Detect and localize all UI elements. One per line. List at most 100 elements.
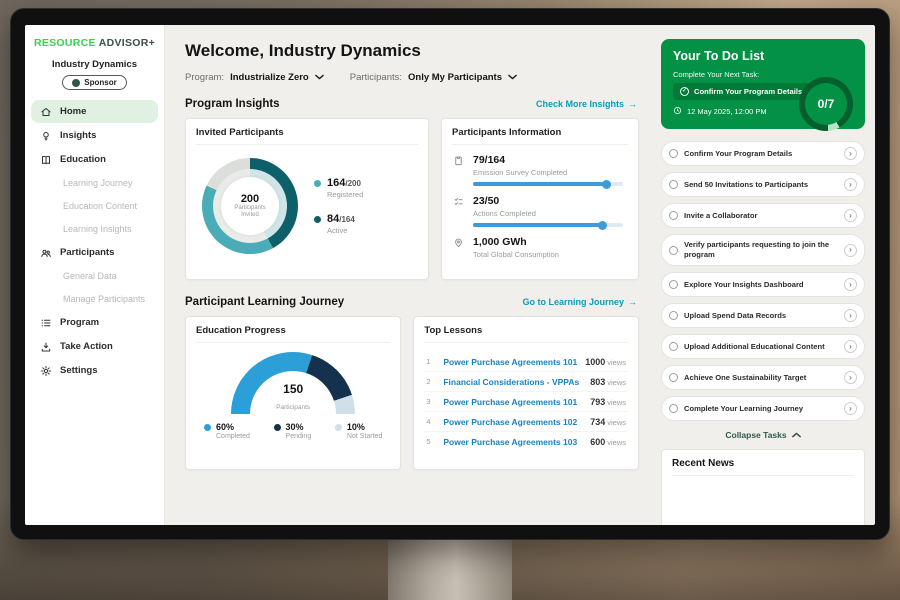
sponsor-icon xyxy=(72,79,80,87)
lesson-row-4: 4 Power Purchase Agreements 102 734views xyxy=(424,412,628,432)
sidebar-item-home[interactable]: Home xyxy=(31,100,158,123)
sidebar-item-manage-participants[interactable]: Manage Participants xyxy=(31,288,158,310)
invited-donut-chart: 200 Participants Invited xyxy=(202,158,298,254)
chevron-up-icon xyxy=(792,430,801,440)
lesson-link[interactable]: Financial Considerations - VPPAs xyxy=(443,377,582,387)
lesson-link[interactable]: Power Purchase Agreements 101 xyxy=(443,397,582,407)
lesson-link[interactable]: Power Purchase Agreements 103 xyxy=(443,437,582,447)
task-row-upload-educational-content[interactable]: Upload Additional Educational Content › xyxy=(661,334,865,359)
gauge-legend: 60% Completed 30% Pending 10% Not Starte… xyxy=(196,422,390,440)
education-gauge-chart: 150 Participants xyxy=(231,352,355,414)
monitor-bezel: RESOURCE ADVISOR+ Industry Dynamics Spon… xyxy=(10,8,890,540)
sidebar-item-learning-journey[interactable]: Learning Journey xyxy=(31,172,158,194)
gear-icon xyxy=(39,364,52,377)
task-row-upload-spend-data[interactable]: Upload Spend Data Records › xyxy=(661,303,865,328)
next-task-pill[interactable]: ✓ Confirm Your Program Details xyxy=(673,83,811,100)
task-row-send-invitations[interactable]: Send 50 Invitations to Participants › xyxy=(661,172,865,197)
participants-dropdown-value: Only My Participants xyxy=(408,72,502,83)
map-pin-icon xyxy=(452,236,465,264)
chevron-right-icon[interactable]: › xyxy=(844,278,857,291)
sidebar-item-insights[interactable]: Insights xyxy=(31,124,158,147)
emission-survey-progress-bar xyxy=(473,182,623,186)
checklist-icon xyxy=(452,195,465,227)
legend-active: 84/164 Active xyxy=(314,213,363,235)
metric-emission-survey: 79/164 Emission Survey Completed xyxy=(452,154,628,186)
program-insights-title: Program Insights xyxy=(185,98,280,110)
lesson-row-2: 2 Financial Considerations - VPPAs 803vi… xyxy=(424,372,628,392)
lesson-link[interactable]: Power Purchase Agreements 101 xyxy=(443,357,577,367)
legend-dot-active xyxy=(314,216,321,223)
program-dropdown[interactable]: Program: Industrialize Zero xyxy=(185,72,324,83)
learning-journey-title: Participant Learning Journey xyxy=(185,296,344,308)
chevron-down-icon xyxy=(508,72,517,83)
checkbox-icon[interactable] xyxy=(669,246,678,255)
recent-news-card: Recent News xyxy=(661,449,865,525)
task-row-explore-insights[interactable]: Explore Your Insights Dashboard › xyxy=(661,272,865,297)
task-row-complete-learning-journey[interactable]: Complete Your Learning Journey › xyxy=(661,396,865,421)
sponsor-badge[interactable]: Sponsor xyxy=(62,75,126,90)
sidebar-item-education-content[interactable]: Education Content xyxy=(31,195,158,217)
participants-dropdown-label: Participants: xyxy=(350,72,402,83)
sidebar-item-program[interactable]: Program xyxy=(31,311,158,334)
filters-row: Program: Industrialize Zero Participants… xyxy=(185,72,639,83)
metric-global-consumption: 1,000 GWh Total Global Consumption xyxy=(452,236,628,264)
check-icon: ✓ xyxy=(680,87,689,96)
people-icon xyxy=(39,246,52,259)
chevron-right-icon[interactable]: › xyxy=(844,147,857,160)
task-row-achieve-sustainability-target[interactable]: Achieve One Sustainability Target › xyxy=(661,365,865,390)
top-lessons-card: Top Lessons 1 Power Purchase Agreements … xyxy=(413,316,639,470)
actions-completed-progress-bar xyxy=(473,223,623,227)
checkbox-icon[interactable] xyxy=(669,149,678,158)
donut-center-value: 200 xyxy=(241,193,259,205)
legend-completed: 60% Completed xyxy=(204,422,250,440)
sidebar-item-settings[interactable]: Settings xyxy=(31,359,158,382)
checkbox-icon[interactable] xyxy=(669,180,678,189)
donut-center-caption: Participants Invited xyxy=(221,205,279,220)
todo-panel: Your To Do List Complete Your Next Task:… xyxy=(651,25,875,525)
chevron-right-icon[interactable]: › xyxy=(844,178,857,191)
dashboard-app: RESOURCE ADVISOR+ Industry Dynamics Spon… xyxy=(25,25,875,525)
sidebar: RESOURCE ADVISOR+ Industry Dynamics Spon… xyxy=(25,25,165,525)
sidebar-item-general-data[interactable]: General Data xyxy=(31,265,158,287)
lesson-link[interactable]: Power Purchase Agreements 102 xyxy=(443,417,582,427)
lesson-row-1: 1 Power Purchase Agreements 101 1000view… xyxy=(424,352,628,372)
chevron-right-icon[interactable]: › xyxy=(844,340,857,353)
education-progress-card: Education Progress 150 Participants 60% … xyxy=(185,316,401,470)
book-icon xyxy=(39,153,52,166)
collapse-tasks-button[interactable]: Collapse Tasks xyxy=(661,430,865,440)
participants-dropdown[interactable]: Participants: Only My Participants xyxy=(350,72,517,83)
go-to-learning-journey-link[interactable]: Go to Learning Journey → xyxy=(522,297,637,307)
todo-progress-ring: 0/7 xyxy=(799,77,853,131)
task-row-invite-collaborator[interactable]: Invite a Collaborator › xyxy=(661,203,865,228)
checkbox-icon[interactable] xyxy=(669,373,678,382)
checkbox-icon[interactable] xyxy=(669,280,678,289)
clipboard-icon xyxy=(452,154,465,186)
checkbox-icon[interactable] xyxy=(669,342,678,351)
arrow-right-icon: → xyxy=(628,297,637,307)
program-insights-header: Program Insights Check More Insights → xyxy=(185,98,639,110)
home-icon xyxy=(39,105,52,118)
sidebar-item-education[interactable]: Education xyxy=(31,148,158,171)
legend-pending: 30% Pending xyxy=(274,422,312,440)
checkbox-icon[interactable] xyxy=(669,211,678,220)
sidebar-nav: Home Insights Education Learning Journey… xyxy=(25,100,164,382)
app-logo: RESOURCE ADVISOR+ xyxy=(25,37,164,49)
chevron-right-icon[interactable]: › xyxy=(844,402,857,415)
program-dropdown-label: Program: xyxy=(185,72,224,83)
sidebar-item-take-action[interactable]: Take Action xyxy=(31,335,158,358)
checkbox-icon[interactable] xyxy=(669,311,678,320)
invited-participants-card: Invited Participants 200 Participants In… xyxy=(185,118,429,280)
task-row-verify-participants[interactable]: Verify participants requesting to join t… xyxy=(661,234,865,266)
chevron-right-icon[interactable]: › xyxy=(844,244,857,257)
task-row-confirm-program-details[interactable]: Confirm Your Program Details › xyxy=(661,141,865,166)
chevron-right-icon[interactable]: › xyxy=(844,309,857,322)
checkbox-icon[interactable] xyxy=(669,404,678,413)
chevron-right-icon[interactable]: › xyxy=(844,209,857,222)
chevron-right-icon[interactable]: › xyxy=(844,371,857,384)
sidebar-item-participants[interactable]: Participants xyxy=(31,241,158,264)
metric-actions-completed: 23/50 Actions Completed xyxy=(452,195,628,227)
check-more-insights-link[interactable]: Check More Insights → xyxy=(536,99,637,109)
participants-information-card-title: Participants Information xyxy=(452,127,628,145)
sidebar-item-learning-insights[interactable]: Learning Insights xyxy=(31,218,158,240)
learning-journey-header: Participant Learning Journey Go to Learn… xyxy=(185,296,639,308)
